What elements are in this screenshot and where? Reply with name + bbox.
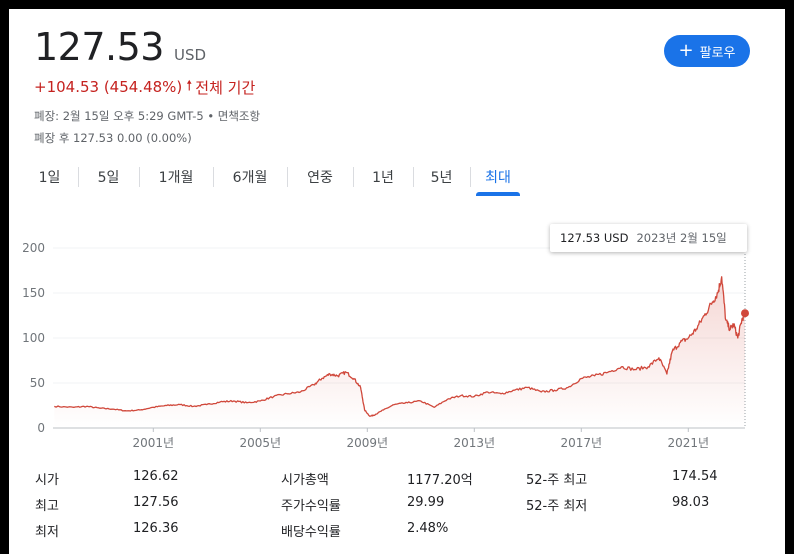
stat-value-pe-ratio: 29.99 xyxy=(407,495,445,510)
range-tabs: 1일 5일 1개월 6개월 연중 1년 5년 최대 xyxy=(21,163,526,196)
x-tick-label: 2017년 xyxy=(560,436,602,450)
stat-label-pe-ratio: 주가수익률 xyxy=(281,499,341,514)
stat-row: 최저 126.36 배당수익률 2.48% xyxy=(35,517,775,543)
tab-5y[interactable]: 5년 xyxy=(413,163,470,191)
stat-row: 시가 126.62 시가총액 1177.20억 52-주 최고 174.54 xyxy=(35,465,775,491)
y-axis-labels: 0 50 100 150 200 xyxy=(22,241,45,435)
x-tick-label: 2005년 xyxy=(240,436,282,450)
stock-card: 127.53 USD + 팔로우 +104.53 (454.48%) 🠕 전체 … xyxy=(9,9,785,554)
stat-value-low: 126.36 xyxy=(133,521,179,536)
stat-row: 최고 127.56 주가수익률 29.99 52-주 최저 98.03 xyxy=(35,491,775,517)
y-tick-label: 0 xyxy=(37,421,45,435)
stat-value-dividend-yield: 2.48% xyxy=(407,521,449,536)
stat-label-dividend-yield: 배당수익률 xyxy=(281,525,341,540)
tab-max[interactable]: 최대 xyxy=(470,163,526,196)
follow-button[interactable]: + 팔로우 xyxy=(664,35,750,67)
follow-label: 팔로우 xyxy=(699,45,736,61)
price-chart[interactable]: 050100150200 2001년 2005년 2009년 2013년 2017년 20… xyxy=(9,224,785,459)
price-change: +104.53 (454.48%) 🠕 전체 기간 xyxy=(34,75,255,99)
tab-1d[interactable]: 1일 xyxy=(21,163,78,191)
stat-label-52w-high: 52-주 최고 xyxy=(526,473,588,488)
x-tick-label: 2021년 xyxy=(667,436,709,450)
y-tick-label: 150 xyxy=(22,286,45,300)
stat-value-open: 126.62 xyxy=(133,469,179,484)
x-tick-label: 2009년 xyxy=(347,436,389,450)
stat-label-high: 최고 xyxy=(35,499,59,514)
currency: USD xyxy=(173,46,207,64)
stat-label-open: 시가 xyxy=(35,473,59,488)
chart-tooltip: 127.53 USD 2023년 2월 15일 xyxy=(550,224,747,252)
price-series xyxy=(54,254,749,428)
plus-icon: + xyxy=(678,40,694,61)
close-info: 폐장: 2월 15일 오후 5:29 GMT-5 • 면책조항 xyxy=(34,109,261,123)
stat-label-52w-low: 52-주 최저 xyxy=(526,499,588,514)
after-hours-info: 폐장 후 127.53 0.00 (0.00%) xyxy=(34,131,192,145)
stat-value-52w-high: 174.54 xyxy=(672,469,718,484)
change-value: +104.53 (454.48%) xyxy=(34,78,183,96)
arrow-up-icon: 🠕 xyxy=(186,78,193,94)
current-point xyxy=(741,309,749,318)
x-tick-label: 2013년 xyxy=(454,436,496,450)
price-row: 127.53 USD xyxy=(34,25,206,69)
tooltip-price: 127.53 USD xyxy=(560,231,629,245)
tab-ytd[interactable]: 연중 xyxy=(287,163,353,191)
stat-label-market-cap: 시가총액 xyxy=(281,473,329,488)
price-area-fill xyxy=(54,276,746,428)
current-price: 127.53 xyxy=(34,25,164,69)
x-axis-labels: 2001년 2005년 2009년 2013년 2017년 2021년 xyxy=(133,436,710,450)
tab-1m[interactable]: 1개월 xyxy=(139,163,213,191)
y-tick-label: 50 xyxy=(30,376,45,390)
y-tick-label: 200 xyxy=(22,241,45,255)
stat-value-market-cap: 1177.20억 xyxy=(407,473,473,488)
stat-label-low: 최저 xyxy=(35,525,59,540)
tab-1y[interactable]: 1년 xyxy=(353,163,413,191)
y-tick-label: 100 xyxy=(22,331,45,345)
tab-5d[interactable]: 5일 xyxy=(78,163,139,191)
stats-table: 시가 126.62 시가총액 1177.20억 52-주 최고 174.54 최… xyxy=(35,465,775,543)
stat-value-high: 127.56 xyxy=(133,495,179,510)
stat-value-52w-low: 98.03 xyxy=(672,495,710,510)
tab-6m[interactable]: 6개월 xyxy=(213,163,287,191)
change-period: 전체 기간 xyxy=(195,78,256,97)
tooltip-date: 2023년 2월 15일 xyxy=(636,231,727,245)
x-tick-label: 2001년 xyxy=(133,436,175,450)
